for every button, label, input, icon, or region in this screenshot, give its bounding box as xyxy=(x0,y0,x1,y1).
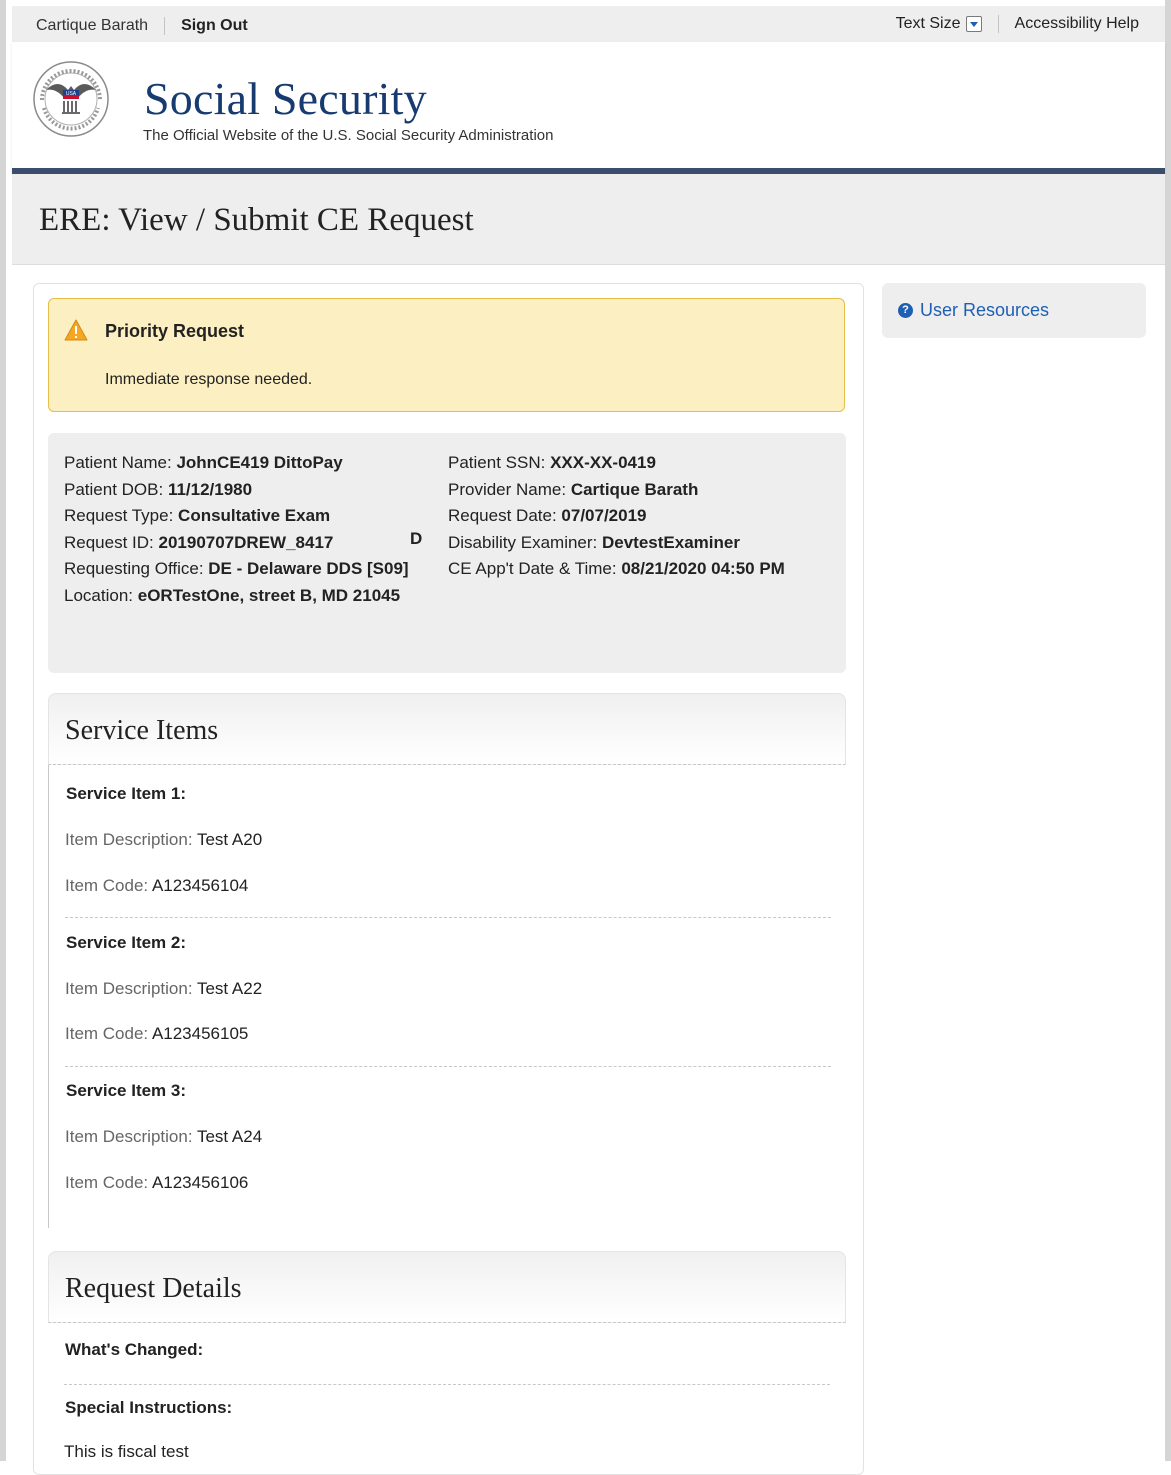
sidebar-user-resources: ? User Resources xyxy=(882,283,1146,338)
request-details-header: Request Details xyxy=(48,1251,846,1323)
service-item-title: Service Item 3: xyxy=(66,1081,187,1100)
divider xyxy=(997,15,999,33)
special-instructions-text: This is fiscal test xyxy=(64,1442,189,1461)
accessibility-help-link[interactable]: Accessibility Help xyxy=(1015,15,1139,33)
request-details-heading: Request Details xyxy=(65,1273,242,1304)
ssa-seal-logo[interactable]: USA xyxy=(32,60,110,138)
text-size-dropdown[interactable]: Text Size xyxy=(896,15,982,33)
user-resources-link[interactable]: ? User Resources xyxy=(898,300,1049,321)
patient-info-left: Patient Name: JohnCE419 DittoPay Patient… xyxy=(64,450,434,609)
whats-changed-label: What's Changed: xyxy=(65,1340,204,1359)
request-id-row: Request ID: 20190707DREW_8417 xyxy=(64,532,334,552)
page-title-band: ERE: View / Submit CE Request xyxy=(12,174,1165,265)
svg-text:USA: USA xyxy=(66,91,77,97)
location-row: Location: eORTestOne, street B, MD 21045 xyxy=(64,585,401,605)
patient-name: JohnCE419 DittoPay xyxy=(176,453,343,472)
site-header: USA Social Security The Official Website… xyxy=(12,42,1165,174)
page-title: ERE: View / Submit CE Request xyxy=(39,202,474,238)
service-items-body: Service Item 1: Item Description: Test A… xyxy=(48,765,846,1228)
disability-examiner-row: Disability Examiner: DevtestExaminer xyxy=(448,532,740,552)
request-date-row: Request Date: 07/07/2019 xyxy=(448,506,647,525)
priority-alert: Priority Request Immediate response need… xyxy=(48,298,845,412)
service-item-code: Item Code: A123456106 xyxy=(65,1173,249,1192)
requesting-office: DE - Delaware DDS [S09] xyxy=(208,559,409,578)
chevron-down-icon xyxy=(965,16,982,32)
service-item-description: Item Description: Test A20 xyxy=(65,830,263,849)
divider xyxy=(164,17,166,35)
patient-name-row: Patient Name: JohnCE419 DittoPay xyxy=(64,453,343,472)
requesting-office-row: Requesting Office: DE - Delaware DDS [S0… xyxy=(64,559,409,578)
sign-out-link[interactable]: Sign Out xyxy=(181,17,248,35)
utility-bar: Cartique Barath Sign Out Text Size Acces… xyxy=(12,6,1165,42)
warning-icon xyxy=(64,319,88,341)
request-type: Consultative Exam xyxy=(178,506,331,525)
divider xyxy=(65,1066,831,1067)
text-size-label: Text Size xyxy=(895,15,961,32)
service-item-description: Item Description: Test A24 xyxy=(65,1127,263,1146)
service-items-header: Service Items xyxy=(48,693,846,765)
divider xyxy=(65,917,831,918)
patient-ssn: XXX-XX-0419 xyxy=(550,453,656,472)
service-item-title: Service Item 1: xyxy=(66,784,187,803)
service-item-title: Service Item 2: xyxy=(66,933,187,952)
site-subtitle: The Official Website of the U.S. Social … xyxy=(143,127,554,144)
site-title[interactable]: Social Security xyxy=(144,72,427,125)
provider-name-row: Provider Name: Cartique Barath xyxy=(448,479,699,499)
alert-title: Priority Request xyxy=(105,321,245,341)
patient-info-panel: Patient Name: JohnCE419 DittoPay Patient… xyxy=(48,433,846,673)
request-details-section: Request Details What's Changed: Special … xyxy=(48,1251,846,1461)
divider xyxy=(64,1384,830,1385)
user-name: Cartique Barath xyxy=(36,17,149,34)
patient-dob: 11/12/1980 xyxy=(167,479,253,499)
request-date: 07/07/2019 xyxy=(561,506,647,525)
disability-examiner: DevtestExaminer xyxy=(602,532,740,552)
request-type-row: Request Type: Consultative Exam xyxy=(64,506,331,525)
patient-info-right: Patient SSN: XXX-XX-0419 Provider Name: … xyxy=(448,450,823,583)
ce-appt-datetime: 08/21/2020 04:50 PM xyxy=(621,559,785,578)
service-items-heading: Service Items xyxy=(65,715,219,746)
stray-letter: D xyxy=(410,529,423,548)
ce-appt-row: CE App't Date & Time: 08/21/2020 04:50 P… xyxy=(448,559,785,578)
patient-dob-row: Patient DOB: 11/12/1980 xyxy=(64,479,253,499)
user-resources-label: User Resources xyxy=(920,300,1050,320)
request-id: 20190707DREW_8417 xyxy=(158,532,334,552)
provider-name: Cartique Barath xyxy=(570,479,699,499)
service-item-code: Item Code: A123456104 xyxy=(65,876,249,895)
patient-ssn-row: Patient SSN: XXX-XX-0419 xyxy=(448,453,656,472)
location: eORTestOne, street B, MD 21045 xyxy=(137,585,401,605)
service-items-section: Service Items Service Item 1: Item Descr… xyxy=(48,693,846,1228)
special-instructions-label: Special Instructions: xyxy=(65,1398,233,1417)
alert-message: Immediate response needed. xyxy=(105,371,313,388)
service-item-code: Item Code: A123456105 xyxy=(65,1024,249,1043)
service-item-description: Item Description: Test A22 xyxy=(65,979,263,998)
request-details-body: What's Changed: Special Instructions: Th… xyxy=(48,1323,846,1461)
help-icon: ? xyxy=(898,303,913,318)
